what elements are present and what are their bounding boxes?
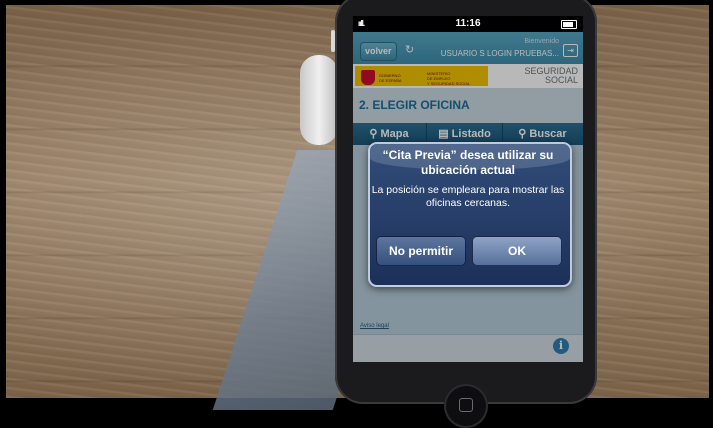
phone-screen: ııll. 11:16 volver ↻ Bienvenido USUARIO … <box>353 16 583 362</box>
deny-button[interactable]: No permitir <box>376 236 466 266</box>
battery-icon <box>561 20 577 29</box>
ok-button[interactable]: OK <box>472 236 562 266</box>
shoe <box>300 55 338 145</box>
alert-message: La posición se empleara para mostrar las… <box>371 184 565 209</box>
status-bar: ııll. 11:16 <box>353 16 583 32</box>
phone-side-button <box>331 30 335 52</box>
alert-title: “Cita Previa” desea utilizar su ubicació… <box>382 148 554 177</box>
status-time: 11:16 <box>455 18 481 29</box>
home-square-icon <box>459 398 473 412</box>
